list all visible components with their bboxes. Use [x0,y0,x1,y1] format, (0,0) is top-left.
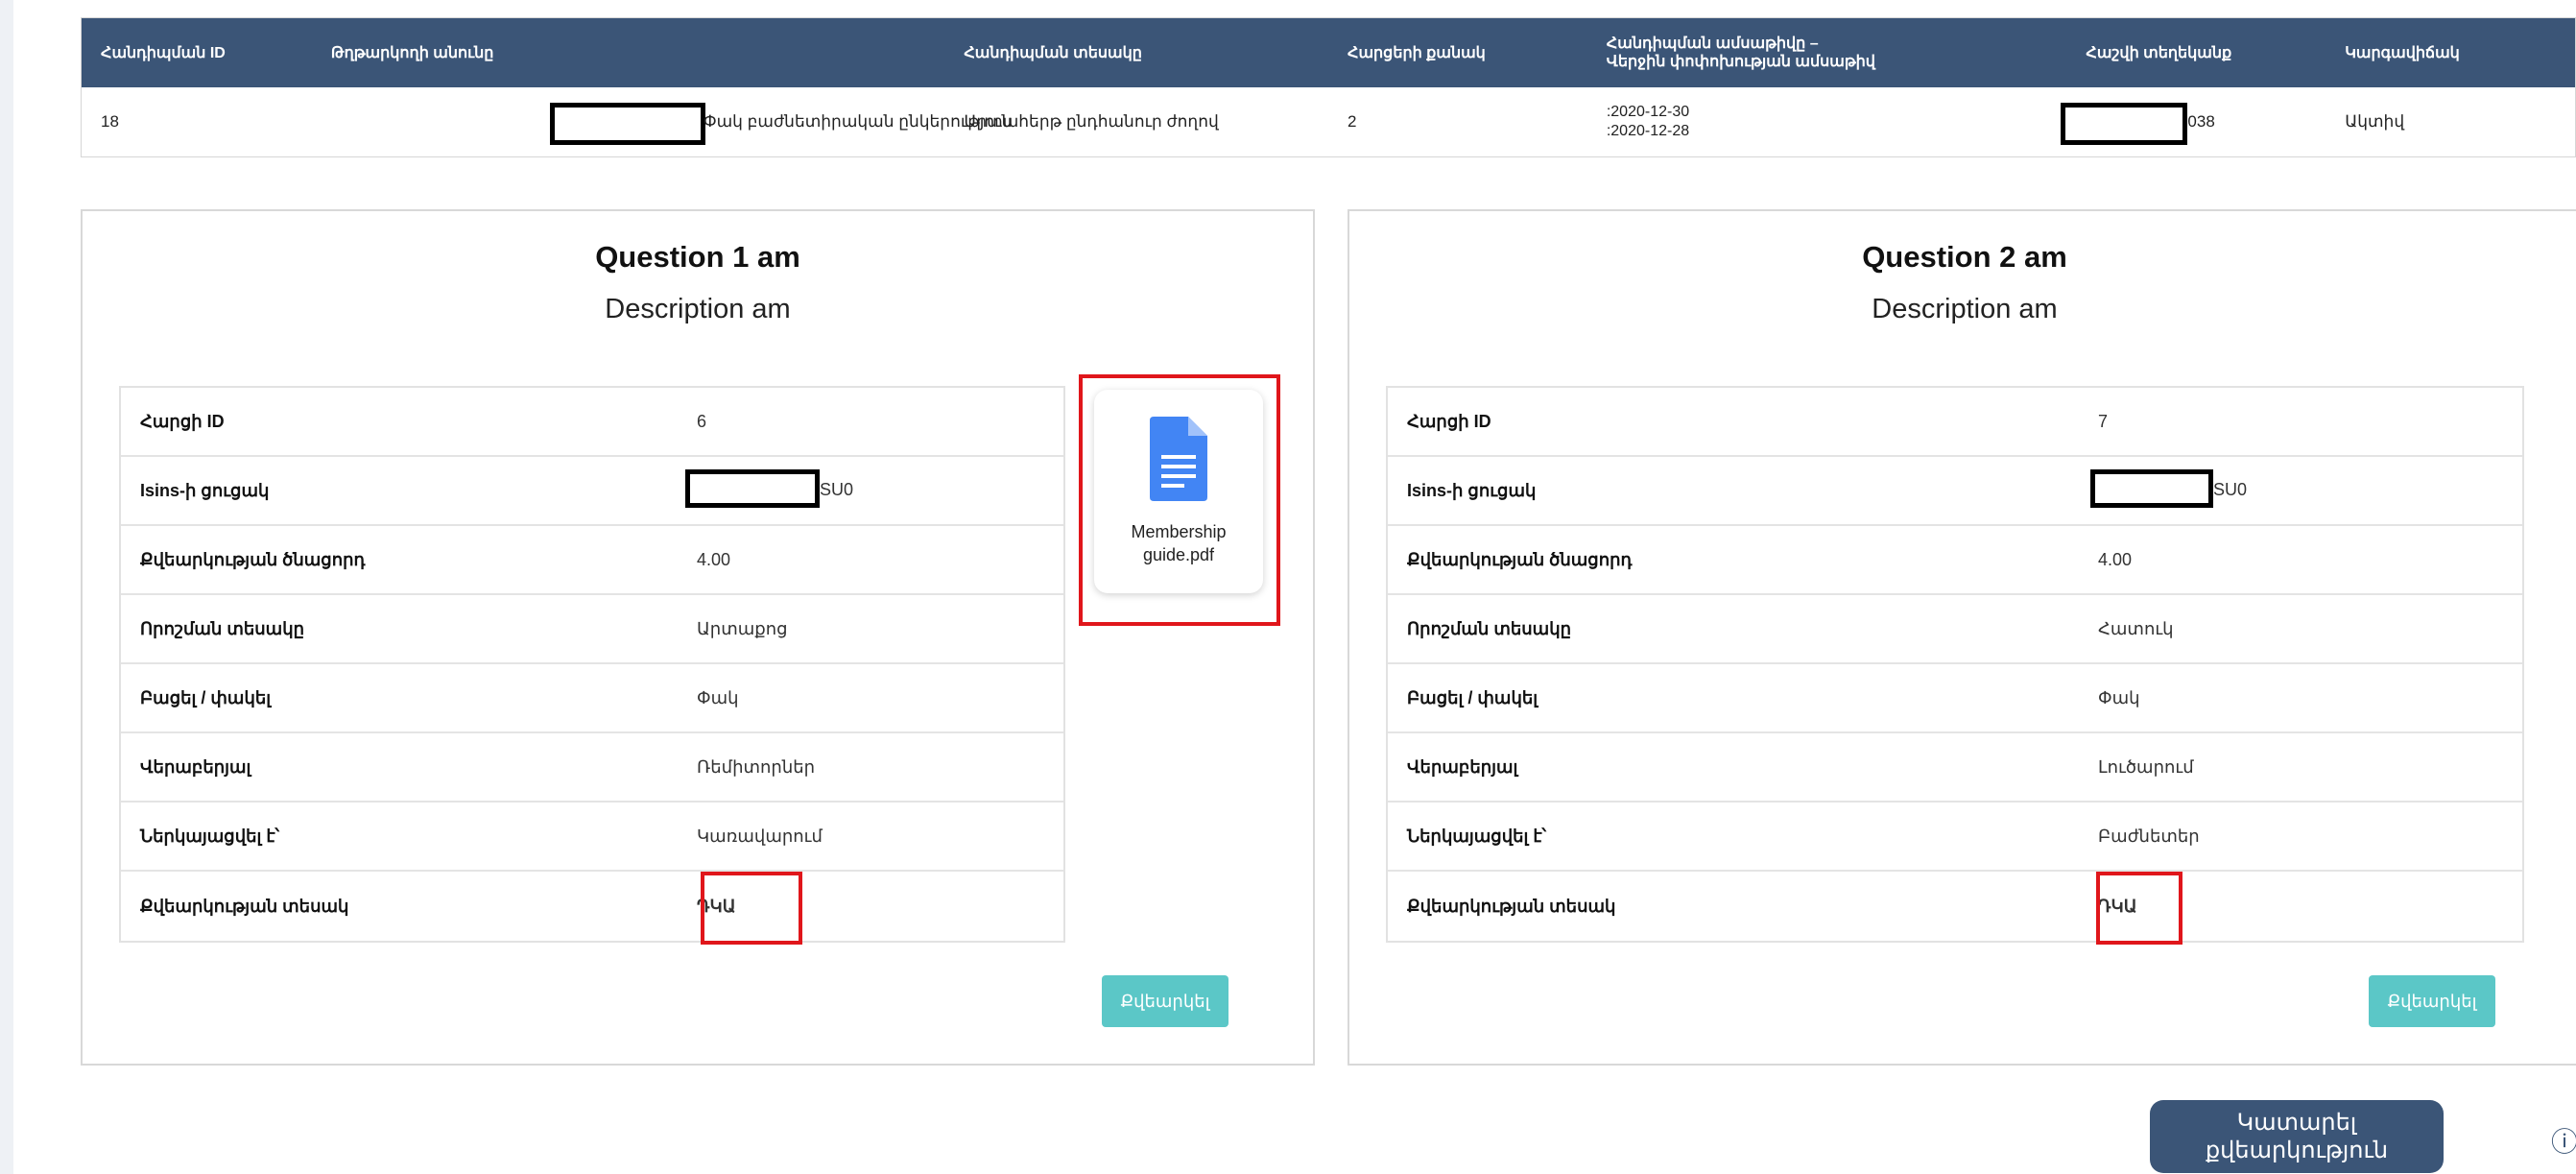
property-row: Քվեարկության տեսակ ԴԿԱ [121,872,1063,941]
attachment-name: Membership guide.pdf [1131,522,1227,564]
property-label: Հարցի ID [140,411,225,431]
question-card-1: Question 1 am Description am Հարցի ID 6 … [81,209,1315,1066]
property-label: Isins-ի ցուցակ [1407,480,1537,500]
last-modified-date: :2020-12-28 [1606,123,1690,139]
table-row[interactable]: 18 Փակ բաժնետիրական ընկերություն Արտահեր… [82,87,2575,156]
property-row: Քվեարկության ծնացորդ 4.00 [121,526,1063,595]
property-row: Ներկայացվել է՝ Կառավարում [121,803,1063,872]
property-row: Isins-ի ցուցակ SU0 [1388,457,2522,526]
property-value: Ռեմիտորներ [697,756,816,777]
property-label: Որոշման տեսակը [140,618,305,638]
property-row: Isins-ի ցուցակ SU0 [121,457,1063,526]
table-header: Հանդիպման ID Թղթարկողի անունը Հանդիպման … [82,18,2575,87]
question-card-2: Question 2 am Description am Հարցի ID 7 … [1348,209,2576,1066]
col-status: Կարգավիճակ [2345,44,2460,61]
property-label: Վերաբերյալ [1407,756,1518,777]
property-label: Քվեարկության ծնացորդ [140,549,366,569]
property-value: Բաժնետեր [2098,826,2200,846]
col-meeting-date: Հանդիպման ամսաթիվը – Վերջին փոփոխության … [1606,36,1875,70]
property-label: Ներկայացվել է՝ [1407,826,1546,846]
property-row: Հարցի ID 6 [121,388,1063,457]
property-label: Վերաբերյալ [140,756,251,777]
col-questions-count: Հարցերի քանակ [1348,44,1486,61]
property-value: Փակ [697,687,739,707]
highlight-box [701,872,802,945]
property-value: Լուծարում [2098,756,2194,777]
account-reference-text: 038 [2187,112,2215,131]
property-value: 7 [2098,411,2109,431]
property-row: Վերաբերյալ Ռեմիտորներ [121,733,1063,803]
meeting-id: 18 [101,112,119,131]
redaction-box [685,469,820,508]
property-row: Ներկայացվել է՝ Բաժնետեր [1388,803,2522,872]
property-label: Քվեարկության ծնացորդ [1407,549,1633,569]
property-label: Isins-ի ցուցակ [140,480,270,500]
property-label: Հարցի ID [1407,411,1491,431]
questions-count: 2 [1348,112,1357,131]
property-row: Քվեարկության ծնացորդ 4.00 [1388,526,2522,595]
meeting-dates: :2020-12-30 :2020-12-28 [1587,103,2067,141]
question-properties: Հարցի ID 7 Isins-ի ցուցակ SU0 Քվեարկությ… [1386,386,2524,943]
property-value: 4.00 [697,549,731,569]
property-value: Հատուկ [2098,618,2174,638]
question-description: Description am [1872,294,2058,324]
isins-list-text: SU0 [2213,480,2248,499]
meeting-type: Արտահերթ ընդհանուր ժողով [964,112,1219,131]
property-row: Քվեարկության տեսակ ԴԿԱ [1388,872,2522,941]
col-meeting-type: Հանդիպման տեսակը [964,44,1142,61]
meeting-date: :2020-12-30 [1606,104,1690,120]
vote-button[interactable]: Քվեարկել [2369,975,2495,1027]
document-icon [1150,417,1207,501]
redaction-box [2090,469,2213,508]
property-row: Որոշման տեսակը Հատուկ [1388,595,2522,664]
isins-list-text: SU0 [820,480,854,499]
info-icon[interactable]: ⓘ [2551,1121,2576,1160]
left-rail [0,0,13,1174]
property-row: Հարցի ID 7 [1388,388,2522,457]
col-issuer-name: Թղթարկողի անունը [330,44,494,61]
highlight-box [2096,872,2182,945]
question-title: Question 2 am [1862,240,2067,274]
property-value: 4.00 [2098,549,2133,569]
col-account: Հաշվի տեղեկանք [2086,44,2232,61]
property-value: Կառավարում [697,826,823,846]
vote-button[interactable]: Քվեարկել [1102,975,1228,1027]
property-row: Բացել / փակել Փակ [1388,664,2522,733]
property-row: Վերաբերյալ Լուծարում [1388,733,2522,803]
property-label: Քվեարկության տեսակ [1407,896,1616,916]
property-label: Որոշման տեսակը [1407,618,1572,638]
property-value: Փակ [2098,687,2140,707]
status: Ակտիվ [2345,112,2405,131]
property-value: 6 [697,411,707,431]
redaction-box [2061,103,2188,145]
property-label: Ներկայացվել է՝ [140,826,279,846]
attachment-highlight: Membership guide.pdf [1079,374,1280,626]
submit-vote-button[interactable]: Կատարել քվեարկություն [2150,1100,2444,1173]
property-label: Բացել / փակել [1407,687,1538,707]
question-description: Description am [605,294,791,324]
meeting-table: Հանդիպման ID Թղթարկողի անունը Հանդիպման … [81,17,2576,157]
property-row: Բացել / փակել Փակ [121,664,1063,733]
question-title: Question 1 am [595,240,800,274]
property-label: Քվեարկության տեսակ [140,896,349,916]
property-label: Բացել / փակել [140,687,272,707]
redaction-box [549,103,705,145]
question-properties: Հարցի ID 6 Isins-ի ցուցակ SU0 Քվեարկությ… [119,386,1065,943]
col-meeting-id: Հանդիպման ID [101,44,226,61]
attachment-card[interactable]: Membership guide.pdf [1094,390,1263,593]
property-value: Արտաքոց [697,618,788,638]
property-row: Որոշման տեսակը Արտաքոց [121,595,1063,664]
